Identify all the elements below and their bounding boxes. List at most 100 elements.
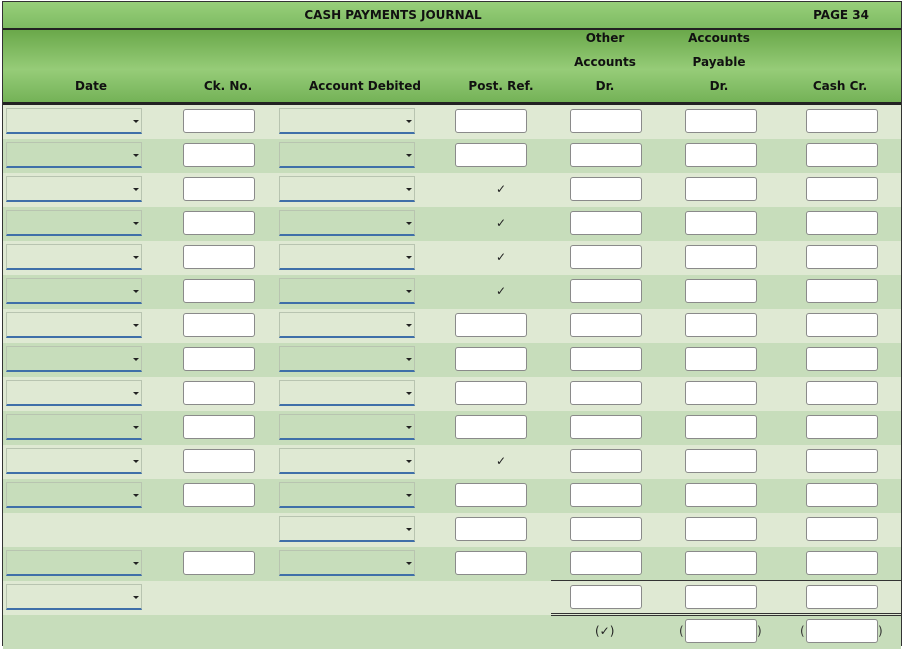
- account-debited-select[interactable]: [279, 346, 415, 372]
- post-ref-input[interactable]: [455, 381, 527, 405]
- cash-cr-input[interactable]: [806, 381, 878, 405]
- accounts-payable-input[interactable]: [685, 347, 757, 371]
- post-ref-input[interactable]: [455, 347, 527, 371]
- cash-cr-input[interactable]: [806, 347, 878, 371]
- account-debited-select[interactable]: [279, 516, 415, 542]
- other-accounts-input[interactable]: [570, 211, 642, 235]
- post-ref-input[interactable]: [455, 551, 527, 575]
- account-debited-select[interactable]: [279, 278, 415, 304]
- check-number-input[interactable]: [183, 313, 255, 337]
- accounts-payable-input[interactable]: [685, 313, 757, 337]
- post-ref-input[interactable]: [455, 313, 527, 337]
- account-debited-select[interactable]: [279, 448, 415, 474]
- cash-cr-total-input[interactable]: [806, 619, 878, 643]
- account-debited-select[interactable]: [279, 244, 415, 270]
- account-debited-select[interactable]: [279, 210, 415, 236]
- other-accounts-input[interactable]: [570, 551, 642, 575]
- cash-cr-input[interactable]: [806, 483, 878, 507]
- other-accounts-input[interactable]: [570, 109, 642, 133]
- account-debited-select[interactable]: [279, 176, 415, 202]
- table-row: [3, 309, 901, 343]
- date-select[interactable]: [6, 312, 142, 338]
- other-accounts-input[interactable]: [570, 381, 642, 405]
- cash-cr-input[interactable]: [806, 585, 878, 609]
- date-select[interactable]: [6, 210, 142, 236]
- cash-cr-input[interactable]: [806, 517, 878, 541]
- accounts-payable-input[interactable]: [685, 517, 757, 541]
- cash-cr-input[interactable]: [806, 245, 878, 269]
- account-debited-select[interactable]: [279, 108, 415, 134]
- cash-cr-input[interactable]: [806, 279, 878, 303]
- accounts-payable-input[interactable]: [685, 381, 757, 405]
- check-number-input[interactable]: [183, 279, 255, 303]
- cash-cr-input[interactable]: [806, 415, 878, 439]
- date-select[interactable]: [6, 244, 142, 270]
- other-accounts-input[interactable]: [570, 483, 642, 507]
- cash-cr-input[interactable]: [806, 211, 878, 235]
- accounts-payable-input[interactable]: [685, 109, 757, 133]
- date-select[interactable]: [6, 278, 142, 304]
- accounts-payable-input[interactable]: [685, 551, 757, 575]
- check-number-input[interactable]: [183, 551, 255, 575]
- other-accounts-input[interactable]: [570, 449, 642, 473]
- other-accounts-input[interactable]: [570, 585, 642, 609]
- post-ref-input[interactable]: [455, 109, 527, 133]
- post-ref-input[interactable]: [455, 143, 527, 167]
- account-debited-select[interactable]: [279, 380, 415, 406]
- account-debited-select[interactable]: [279, 142, 415, 168]
- date-select[interactable]: [6, 550, 142, 576]
- other-accounts-input[interactable]: [570, 177, 642, 201]
- accounts-payable-input[interactable]: [685, 279, 757, 303]
- check-number-input[interactable]: [183, 143, 255, 167]
- other-accounts-input[interactable]: [570, 415, 642, 439]
- other-accounts-input[interactable]: [570, 279, 642, 303]
- other-accounts-input[interactable]: [570, 143, 642, 167]
- account-debited-select[interactable]: [279, 414, 415, 440]
- date-select[interactable]: [6, 346, 142, 372]
- cash-cr-input[interactable]: [806, 177, 878, 201]
- accounts-payable-input[interactable]: [685, 245, 757, 269]
- date-select[interactable]: [6, 142, 142, 168]
- account-debited-select[interactable]: [279, 550, 415, 576]
- check-number-input[interactable]: [183, 483, 255, 507]
- accounts-payable-input[interactable]: [685, 449, 757, 473]
- date-select[interactable]: [6, 108, 142, 134]
- accounts-payable-input[interactable]: [685, 483, 757, 507]
- check-number-input[interactable]: [183, 381, 255, 405]
- other-accounts-input[interactable]: [570, 245, 642, 269]
- cash-cr-input[interactable]: [806, 551, 878, 575]
- post-ref-input[interactable]: [455, 415, 527, 439]
- col-ap-line2: Payable: [692, 55, 746, 69]
- date-select[interactable]: [6, 584, 142, 610]
- accounts-payable-total-input[interactable]: [685, 619, 757, 643]
- accounts-payable-input[interactable]: [685, 585, 757, 609]
- check-number-input[interactable]: [183, 245, 255, 269]
- accounts-payable-input[interactable]: [685, 415, 757, 439]
- date-select[interactable]: [6, 414, 142, 440]
- other-accounts-input[interactable]: [570, 517, 642, 541]
- cash-cr-input[interactable]: [806, 313, 878, 337]
- account-debited-select[interactable]: [279, 312, 415, 338]
- other-accounts-input[interactable]: [570, 313, 642, 337]
- accounts-payable-input[interactable]: [685, 177, 757, 201]
- cash-cr-input[interactable]: [806, 109, 878, 133]
- cash-cr-input[interactable]: [806, 143, 878, 167]
- check-number-input[interactable]: [183, 449, 255, 473]
- check-number-input[interactable]: [183, 347, 255, 371]
- col-ck-no: Ck. No.: [203, 79, 253, 93]
- accounts-payable-input[interactable]: [685, 211, 757, 235]
- account-debited-select[interactable]: [279, 482, 415, 508]
- accounts-payable-input[interactable]: [685, 143, 757, 167]
- other-accounts-input[interactable]: [570, 347, 642, 371]
- post-ref-input[interactable]: [455, 517, 527, 541]
- post-ref-input[interactable]: [455, 483, 527, 507]
- date-select[interactable]: [6, 482, 142, 508]
- check-number-input[interactable]: [183, 177, 255, 201]
- check-number-input[interactable]: [183, 415, 255, 439]
- date-select[interactable]: [6, 176, 142, 202]
- date-select[interactable]: [6, 448, 142, 474]
- check-number-input[interactable]: [183, 109, 255, 133]
- date-select[interactable]: [6, 380, 142, 406]
- check-number-input[interactable]: [183, 211, 255, 235]
- cash-cr-input[interactable]: [806, 449, 878, 473]
